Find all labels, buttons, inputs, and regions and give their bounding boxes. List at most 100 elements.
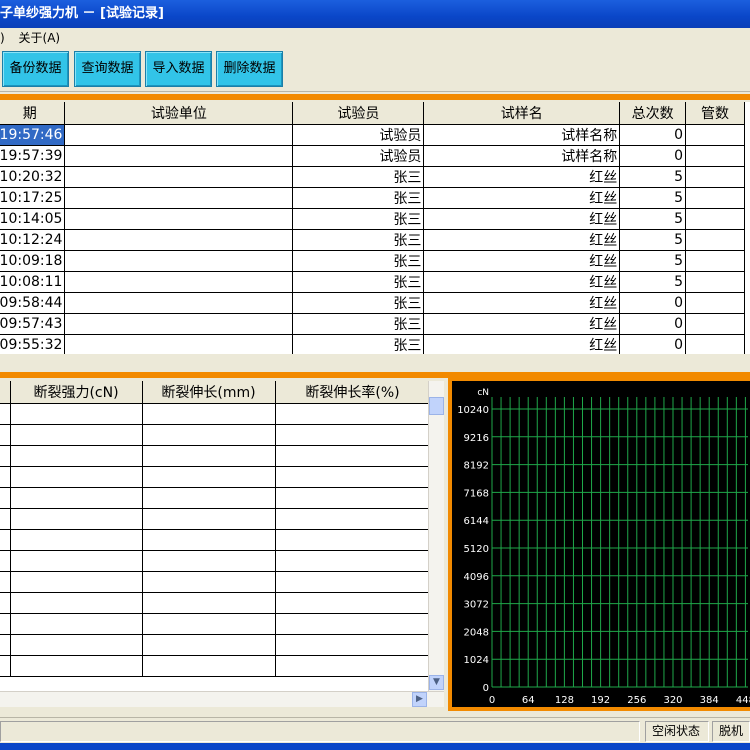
table-cell[interactable] (10, 613, 143, 635)
table-cell[interactable]: 5 (619, 208, 686, 230)
table-cell[interactable]: 10:08:11 (0, 271, 66, 293)
table-cell[interactable] (275, 655, 431, 677)
table-cell[interactable]: 09:57:43 (0, 313, 66, 335)
table-cell[interactable] (142, 445, 276, 467)
results-column-header[interactable] (0, 381, 11, 404)
records-column-header[interactable]: 试样名 (423, 102, 621, 125)
table-cell[interactable] (275, 592, 431, 614)
table-cell[interactable]: 09:58:44 (0, 292, 66, 314)
table-row[interactable] (0, 655, 431, 677)
table-cell[interactable]: 红丝 (423, 334, 621, 354)
table-cell[interactable]: 0 (619, 313, 686, 335)
table-cell[interactable]: 09:55:32 (0, 334, 66, 354)
scroll-right-icon[interactable]: ▶ (412, 692, 427, 707)
menu-item-truncated[interactable]: ) (0, 28, 5, 48)
table-cell[interactable] (10, 445, 143, 467)
table-row[interactable]: 09:57:43 张三 红丝 0 (0, 313, 745, 335)
table-cell[interactable]: 19:57:46 (0, 124, 66, 146)
table-cell[interactable] (0, 550, 11, 572)
table-cell[interactable] (10, 508, 143, 530)
table-cell[interactable] (275, 445, 431, 467)
table-cell[interactable]: 试验员 (292, 124, 425, 146)
table-cell[interactable]: 张三 (292, 334, 425, 354)
table-cell[interactable] (10, 550, 143, 572)
table-cell[interactable] (275, 487, 431, 509)
table-cell[interactable] (275, 508, 431, 530)
table-cell[interactable]: 5 (619, 187, 686, 209)
table-cell[interactable] (142, 592, 276, 614)
table-cell[interactable]: 红丝 (423, 292, 621, 314)
table-cell[interactable]: 0 (619, 292, 686, 314)
table-cell[interactable] (275, 403, 431, 425)
table-row[interactable] (0, 445, 431, 467)
table-cell[interactable] (685, 187, 745, 209)
table-cell[interactable]: 张三 (292, 292, 425, 314)
results-table[interactable]: 断裂强力(cN) 断裂伸长(mm) 断裂伸长率(%) (0, 381, 444, 707)
table-cell[interactable] (275, 550, 431, 572)
menu-item-about[interactable]: 关于(A) (19, 28, 61, 48)
results-column-header[interactable]: 断裂伸长率(%) (275, 381, 431, 404)
table-cell[interactable] (142, 613, 276, 635)
table-cell[interactable]: 红丝 (423, 229, 621, 251)
table-row[interactable]: 10:08:11 张三 红丝 5 (0, 271, 745, 293)
table-row[interactable] (0, 550, 431, 572)
table-cell[interactable]: 10:20:32 (0, 166, 66, 188)
table-cell[interactable] (142, 571, 276, 593)
table-cell[interactable] (142, 487, 276, 509)
table-cell[interactable] (685, 145, 745, 167)
table-cell[interactable] (275, 634, 431, 656)
table-cell[interactable]: 试样名称 (423, 124, 621, 146)
table-cell[interactable] (275, 466, 431, 488)
table-cell[interactable] (0, 655, 11, 677)
results-horizontal-scrollbar[interactable]: ▶ (0, 691, 444, 707)
import-data-button[interactable]: 导入数据 (145, 51, 212, 87)
table-cell[interactable] (142, 655, 276, 677)
table-cell[interactable] (142, 550, 276, 572)
scroll-down-icon[interactable]: ▼ (429, 675, 444, 690)
table-row[interactable] (0, 592, 431, 614)
table-cell[interactable] (64, 292, 294, 314)
table-cell[interactable] (0, 571, 11, 593)
table-cell[interactable] (64, 187, 294, 209)
records-column-header[interactable]: 试验员 (292, 102, 425, 125)
table-cell[interactable]: 5 (619, 229, 686, 251)
table-cell[interactable] (142, 529, 276, 551)
table-cell[interactable] (142, 403, 276, 425)
table-cell[interactable] (0, 466, 11, 488)
table-cell[interactable] (0, 487, 11, 509)
results-vertical-scrollbar[interactable]: ▼ (428, 381, 444, 691)
table-cell[interactable]: 5 (619, 271, 686, 293)
table-cell[interactable] (64, 208, 294, 230)
table-cell[interactable]: 张三 (292, 271, 425, 293)
table-row[interactable]: 19:57:46 试验员 试样名称 0 (0, 124, 745, 146)
table-cell[interactable] (0, 613, 11, 635)
query-data-button[interactable]: 查询数据 (74, 51, 141, 87)
table-cell[interactable] (275, 571, 431, 593)
table-row[interactable] (0, 424, 431, 446)
table-cell[interactable] (10, 592, 143, 614)
table-cell[interactable] (275, 529, 431, 551)
table-cell[interactable] (0, 424, 11, 446)
table-row[interactable]: 10:14:05 张三 红丝 5 (0, 208, 745, 230)
table-cell[interactable]: 张三 (292, 229, 425, 251)
table-cell[interactable] (10, 487, 143, 509)
table-cell[interactable] (10, 571, 143, 593)
table-row[interactable]: 10:12:24 张三 红丝 5 (0, 229, 745, 251)
table-cell[interactable] (0, 529, 11, 551)
records-table[interactable]: 期试验单位 试验员 试样名 总次数 管数 19:57:46 试验员 试样名称 0 19:57:3… (0, 102, 750, 354)
delete-data-button[interactable]: 删除数据 (216, 51, 283, 87)
table-cell[interactable] (64, 250, 294, 272)
table-cell[interactable] (10, 403, 143, 425)
table-cell[interactable]: 10:17:25 (0, 187, 66, 209)
results-column-header[interactable]: 断裂伸长(mm) (142, 381, 276, 404)
results-column-header[interactable]: 断裂强力(cN) (10, 381, 143, 404)
table-cell[interactable]: 张三 (292, 187, 425, 209)
records-column-header[interactable]: 管数 (685, 102, 745, 125)
table-cell[interactable] (64, 313, 294, 335)
table-row[interactable] (0, 529, 431, 551)
records-column-header[interactable]: 试验单位 (64, 102, 294, 125)
table-cell[interactable]: 红丝 (423, 250, 621, 272)
table-cell[interactable] (685, 250, 745, 272)
table-cell[interactable] (0, 592, 11, 614)
table-cell[interactable] (685, 166, 745, 188)
